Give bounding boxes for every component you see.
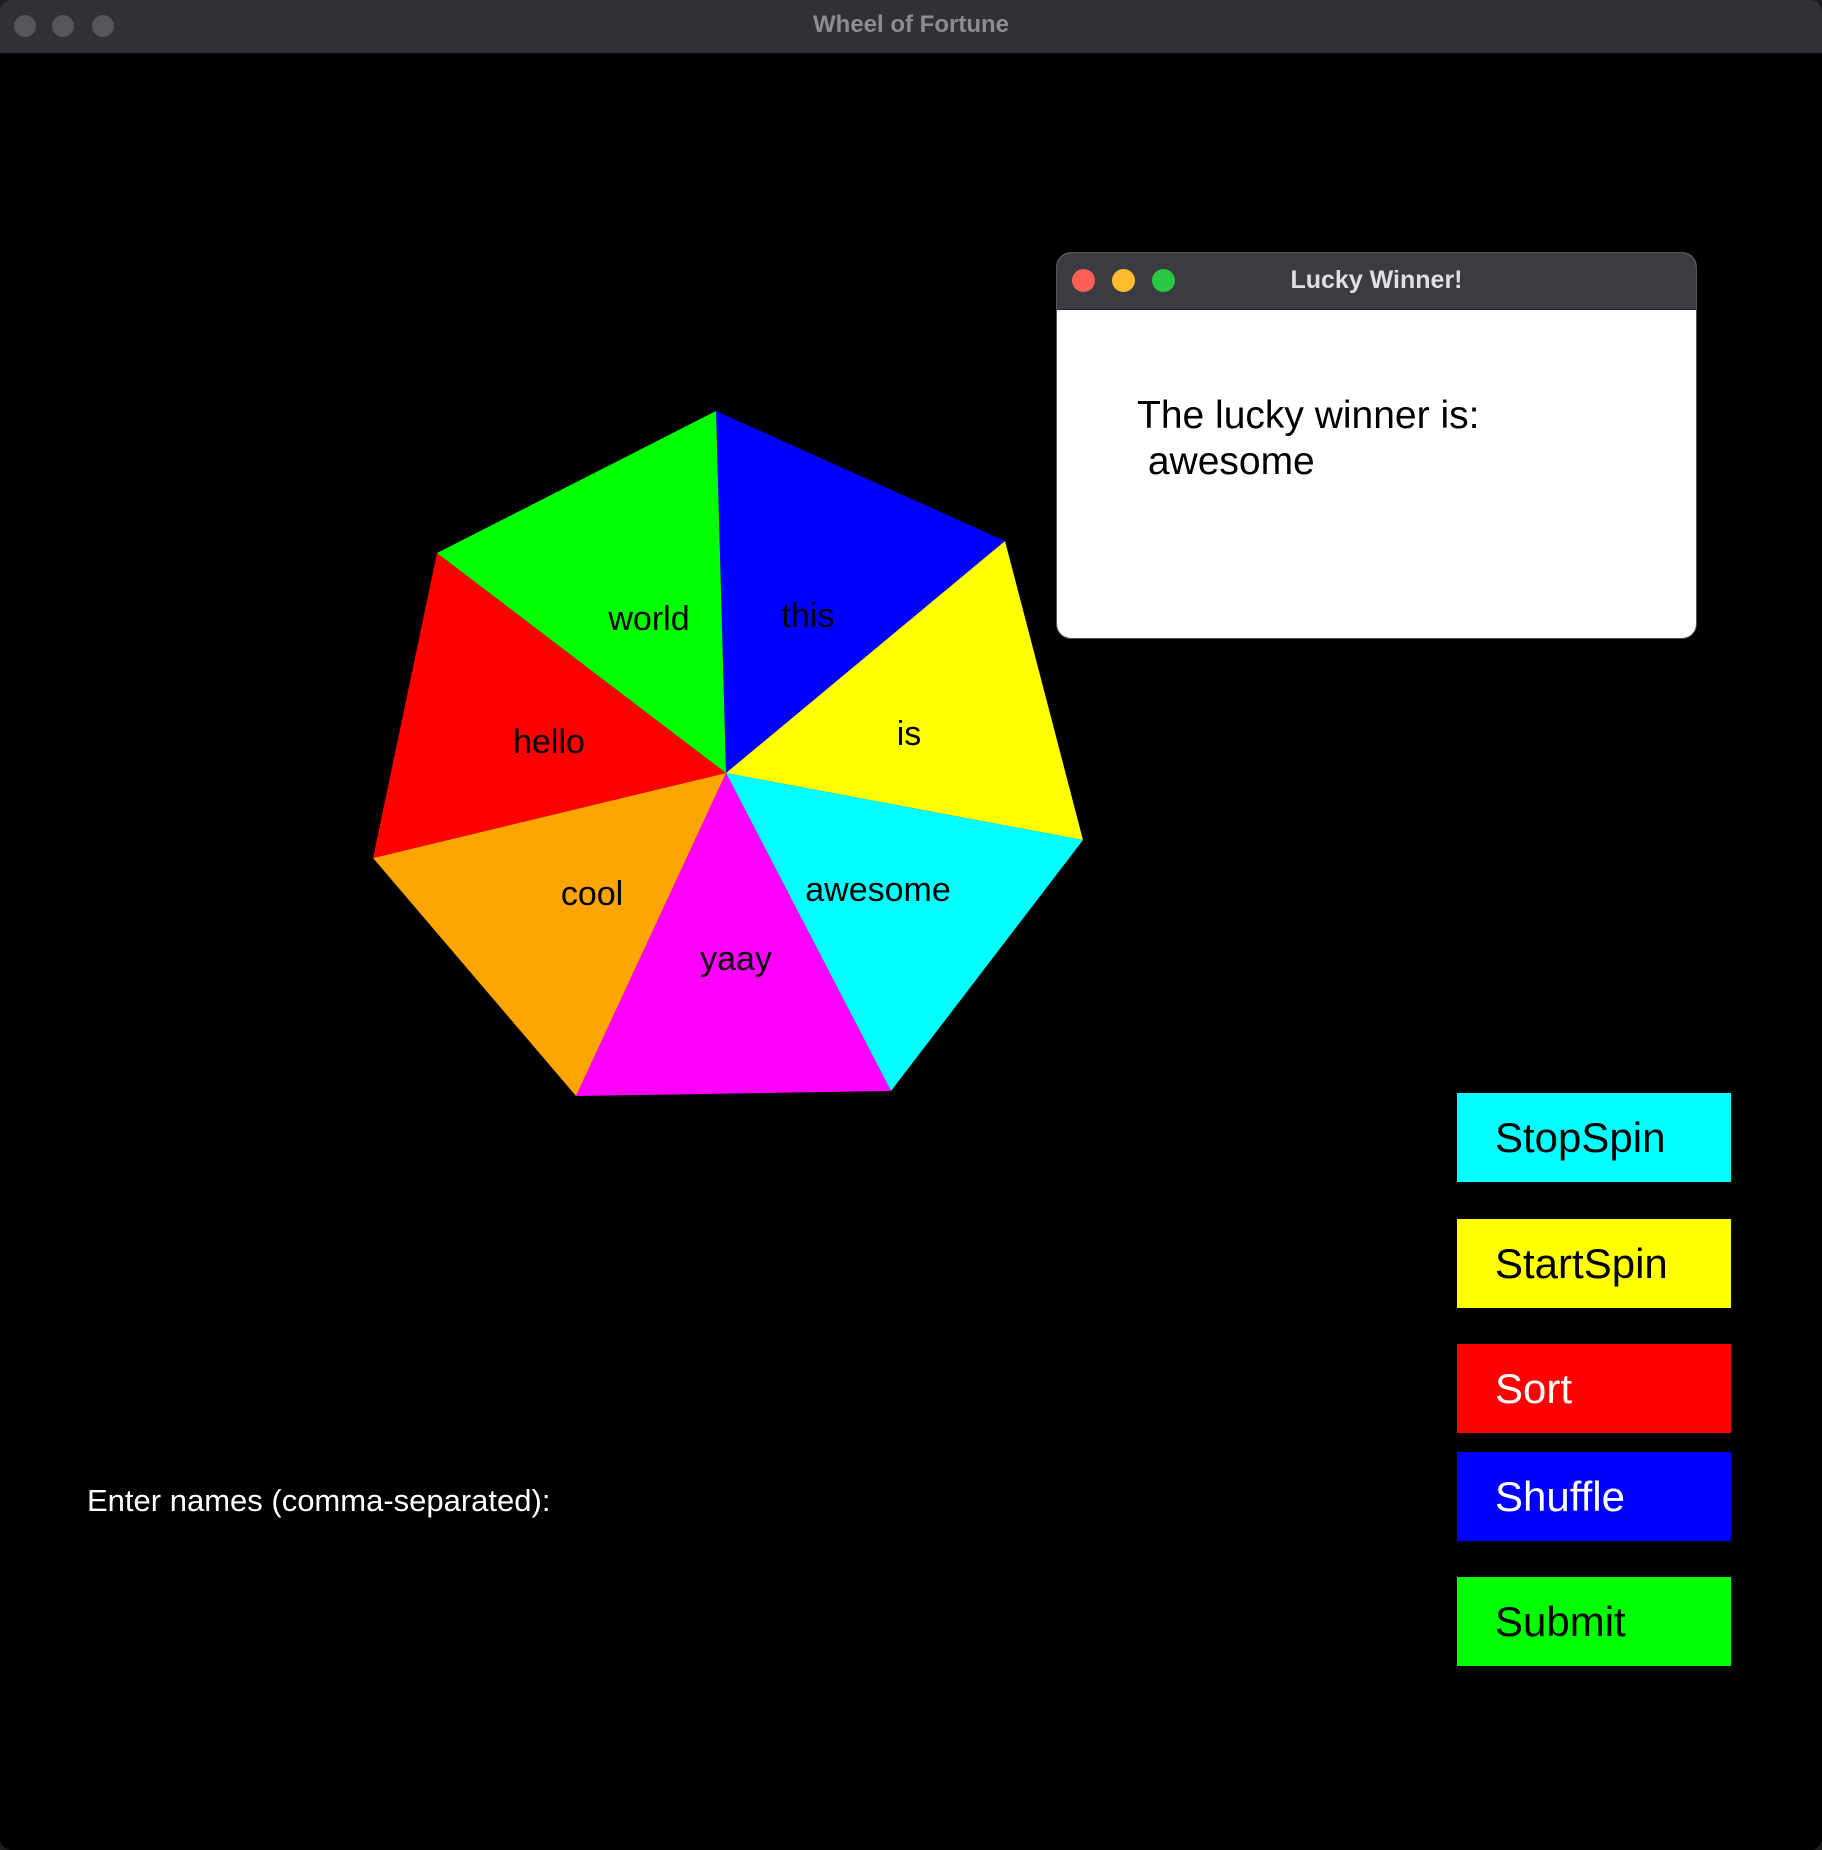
wheel-label-awesome: awesome <box>805 871 951 909</box>
dialog-title-bar: Lucky Winner! <box>1057 253 1696 310</box>
wheel-label-cool: cool <box>561 875 623 913</box>
winner-dialog: Lucky Winner! The lucky winner is: aweso… <box>1057 253 1696 638</box>
dialog-title: Lucky Winner! <box>1290 266 1463 294</box>
names-input-label: Enter names (comma-separated): <box>87 1483 551 1518</box>
winner-message: The lucky winner is: awesome <box>1137 393 1479 485</box>
window-title: Wheel of Fortune <box>813 11 1009 38</box>
wheel-label-is: is <box>897 715 922 753</box>
wheel-label-yaay: yaay <box>700 940 772 978</box>
stop-spin-button[interactable]: StopSpin <box>1457 1093 1731 1182</box>
sort-button[interactable]: Sort <box>1457 1344 1731 1433</box>
wheel-label-world: world <box>607 600 689 638</box>
shuffle-button[interactable]: Shuffle <box>1457 1452 1731 1541</box>
wheel-label-hello: hello <box>513 723 585 761</box>
title-bar: Wheel of Fortune <box>0 0 1822 54</box>
submit-button[interactable]: Submit <box>1457 1577 1731 1666</box>
wheel-label-this: this <box>782 597 835 635</box>
app-canvas: this is awesome yaay cool hello world En… <box>0 53 1822 1850</box>
main-window: Wheel of Fortune this is awesome yaay co… <box>0 0 1822 1850</box>
winner-message-line1: The lucky winner is: <box>1137 394 1480 437</box>
winner-name: awesome <box>1137 440 1315 483</box>
start-spin-button[interactable]: StartSpin <box>1457 1219 1731 1308</box>
